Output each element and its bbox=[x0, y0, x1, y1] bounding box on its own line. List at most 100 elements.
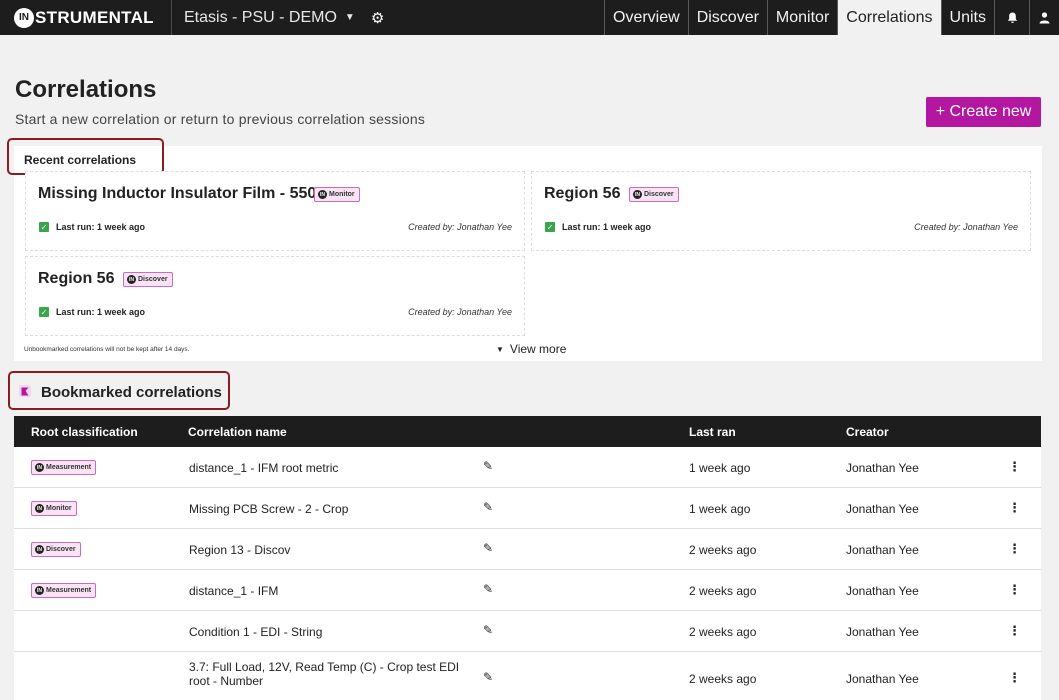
tag-label: Measurement bbox=[46, 464, 92, 472]
recent-card[interactable]: Region 56 IN Discover ✓ Last run: 1 week … bbox=[531, 171, 1031, 251]
kebab-menu-icon[interactable]: ⋮ bbox=[1008, 541, 1021, 557]
table-row[interactable]: IN Discover Region 13 - Discov ✎ 2 weeks … bbox=[14, 529, 1041, 570]
card-creator: Created by: Jonathan Yee bbox=[408, 222, 512, 232]
creator: Jonathan Yee bbox=[846, 461, 919, 475]
tag-label: Discover bbox=[644, 191, 674, 199]
tag-label: Monitor bbox=[46, 505, 72, 513]
bookmark-icon-svg bbox=[21, 387, 29, 395]
creator: Jonathan Yee bbox=[846, 502, 919, 516]
tab-overview[interactable]: Overview bbox=[604, 0, 688, 35]
last-run-text: Last run: 1 week ago bbox=[56, 222, 146, 232]
table-row[interactable]: IN Monitor Missing PCB Screw - 2 - Crop ✎… bbox=[14, 488, 1041, 529]
main-nav-tabs: Overview Discover Monitor Correlations U… bbox=[604, 0, 1059, 35]
recent-correlations-title: Recent correlations bbox=[24, 153, 137, 167]
classification-tag: IN Monitor bbox=[314, 186, 360, 204]
instrumental-badge-icon: IN bbox=[35, 463, 44, 473]
last-run: ✓ Last run: 1 week ago bbox=[545, 222, 651, 232]
last-ran: 1 week ago bbox=[689, 502, 751, 516]
recent-card[interactable]: Region 56 IN Discover ✓ Last run: 1 week … bbox=[25, 256, 525, 336]
settings-gear-icon[interactable]: ⚙ bbox=[371, 9, 384, 27]
create-new-button[interactable]: + Create new bbox=[926, 97, 1041, 127]
project-name: Etasis - PSU - DEMO bbox=[184, 8, 337, 26]
kebab-menu-icon[interactable]: ⋮ bbox=[1008, 500, 1021, 516]
classification-tag: IN Discover bbox=[31, 542, 81, 558]
bell-icon[interactable] bbox=[994, 0, 1029, 35]
kebab-menu-icon[interactable]: ⋮ bbox=[1008, 623, 1021, 639]
last-ran: 2 weeks ago bbox=[689, 584, 757, 598]
top-nav-bar: IN STRUMENTAL Etasis - PSU - DEMO ▼ ⚙ Ov… bbox=[0, 0, 1059, 35]
tag-label: Discover bbox=[46, 546, 76, 554]
instrumental-badge-icon: IN bbox=[633, 190, 642, 200]
recent-card[interactable]: Missing Inductor Insulator Film - 550W I… bbox=[25, 171, 525, 251]
card-creator: Created by: Jonathan Yee bbox=[408, 307, 512, 317]
correlation-name[interactable]: 3.7: Full Load, 12V, Read Temp (C) - Cro… bbox=[189, 660, 474, 688]
bookmarked-title: Bookmarked correlations bbox=[41, 384, 222, 401]
pencil-icon[interactable]: ✎ bbox=[483, 541, 493, 555]
last-run-text: Last run: 1 week ago bbox=[56, 307, 146, 317]
project-selector[interactable]: Etasis - PSU - DEMO ▼ bbox=[172, 0, 355, 35]
column-header-correlation-name[interactable]: Correlation name bbox=[188, 425, 287, 439]
correlation-name[interactable]: Region 13 - Discov bbox=[189, 543, 474, 557]
view-more-label: View more bbox=[509, 342, 567, 356]
page-subtitle: Start a new correlation or return to pre… bbox=[15, 111, 426, 127]
column-header-last-ran[interactable]: Last ran bbox=[689, 425, 736, 439]
view-more-link[interactable]: ▼ View more bbox=[496, 342, 566, 356]
retention-note: Unbookmarked correlations will not be ke… bbox=[24, 346, 190, 353]
kebab-menu-icon[interactable]: ⋮ bbox=[1008, 582, 1021, 598]
correlation-name[interactable]: Missing PCB Screw - 2 - Crop bbox=[189, 502, 474, 516]
checkbox-icon: ✓ bbox=[39, 222, 49, 232]
tab-discover[interactable]: Discover bbox=[687, 0, 767, 35]
kebab-menu-icon[interactable]: ⋮ bbox=[1008, 459, 1021, 475]
pencil-icon[interactable]: ✎ bbox=[483, 500, 493, 514]
card-name: Region 56 bbox=[38, 270, 115, 287]
checkbox-icon: ✓ bbox=[39, 307, 49, 317]
last-run: ✓ Last run: 1 week ago bbox=[39, 307, 145, 317]
table-row[interactable]: IN Measurement distance_1 - IFM root metr… bbox=[14, 447, 1041, 488]
instrumental-badge-icon: IN bbox=[318, 190, 327, 200]
tag-label: Discover bbox=[138, 276, 168, 284]
creator: Jonathan Yee bbox=[846, 584, 919, 598]
user-icon-svg bbox=[1039, 11, 1050, 23]
classification-tag: IN Discover bbox=[629, 186, 679, 204]
creator: Jonathan Yee bbox=[846, 625, 919, 639]
classification-tag: IN Monitor bbox=[31, 501, 77, 517]
checkbox-icon: ✓ bbox=[545, 222, 555, 232]
kebab-menu-icon[interactable]: ⋮ bbox=[1008, 670, 1021, 686]
tab-units[interactable]: Units bbox=[940, 0, 994, 35]
column-header-creator[interactable]: Creator bbox=[846, 425, 889, 439]
correlation-name[interactable]: distance_1 - IFM bbox=[189, 584, 474, 598]
correlation-name[interactable]: Condition 1 - EDI - String bbox=[189, 625, 474, 639]
instrumental-logo[interactable]: IN STRUMENTAL bbox=[0, 0, 172, 35]
last-ran: 2 weeks ago bbox=[689, 543, 757, 557]
table-row[interactable]: Condition 1 - EDI - String ✎ 2 weeks ago… bbox=[14, 611, 1041, 652]
card-name: Region 56 bbox=[544, 185, 621, 202]
correlation-name[interactable]: distance_1 - IFM root metric bbox=[189, 461, 474, 475]
instrumental-badge-icon: IN bbox=[35, 586, 44, 596]
table-row[interactable]: 3.7: Full Load, 12V, Read Temp (C) - Cro… bbox=[14, 652, 1041, 700]
pencil-icon[interactable]: ✎ bbox=[483, 582, 493, 596]
card-name: Missing Inductor Insulator Film - 550W bbox=[38, 185, 332, 202]
last-run: ✓ Last run: 1 week ago bbox=[39, 222, 145, 232]
last-ran: 1 week ago bbox=[689, 461, 751, 475]
pencil-icon[interactable]: ✎ bbox=[483, 670, 493, 684]
last-ran: 2 weeks ago bbox=[689, 625, 757, 639]
brand-text: STRUMENTAL bbox=[35, 7, 154, 27]
pencil-icon[interactable]: ✎ bbox=[483, 459, 493, 473]
classification-tag: IN Measurement bbox=[31, 460, 97, 476]
brand-mark-icon: IN bbox=[14, 7, 34, 28]
pencil-icon[interactable]: ✎ bbox=[483, 623, 493, 637]
tag-label: Monitor bbox=[329, 191, 355, 199]
caret-down-icon: ▼ bbox=[496, 344, 504, 354]
classification-tag: IN Measurement bbox=[31, 583, 97, 599]
instrumental-badge-icon: IN bbox=[35, 545, 44, 555]
instrumental-badge-icon: IN bbox=[35, 504, 44, 514]
bookmarked-table: Root classification Correlation name Las… bbox=[14, 416, 1041, 700]
instrumental-badge-icon: IN bbox=[127, 275, 136, 285]
table-row[interactable]: IN Measurement distance_1 - IFM ✎ 2 weeks… bbox=[14, 570, 1041, 611]
last-run-text: Last run: 1 week ago bbox=[562, 222, 652, 232]
user-icon[interactable] bbox=[1029, 0, 1059, 35]
tab-monitor[interactable]: Monitor bbox=[766, 0, 837, 35]
page-title: Correlations bbox=[15, 76, 157, 103]
tab-correlations[interactable]: Correlations bbox=[837, 0, 941, 35]
column-header-root-classification[interactable]: Root classification bbox=[31, 425, 138, 439]
